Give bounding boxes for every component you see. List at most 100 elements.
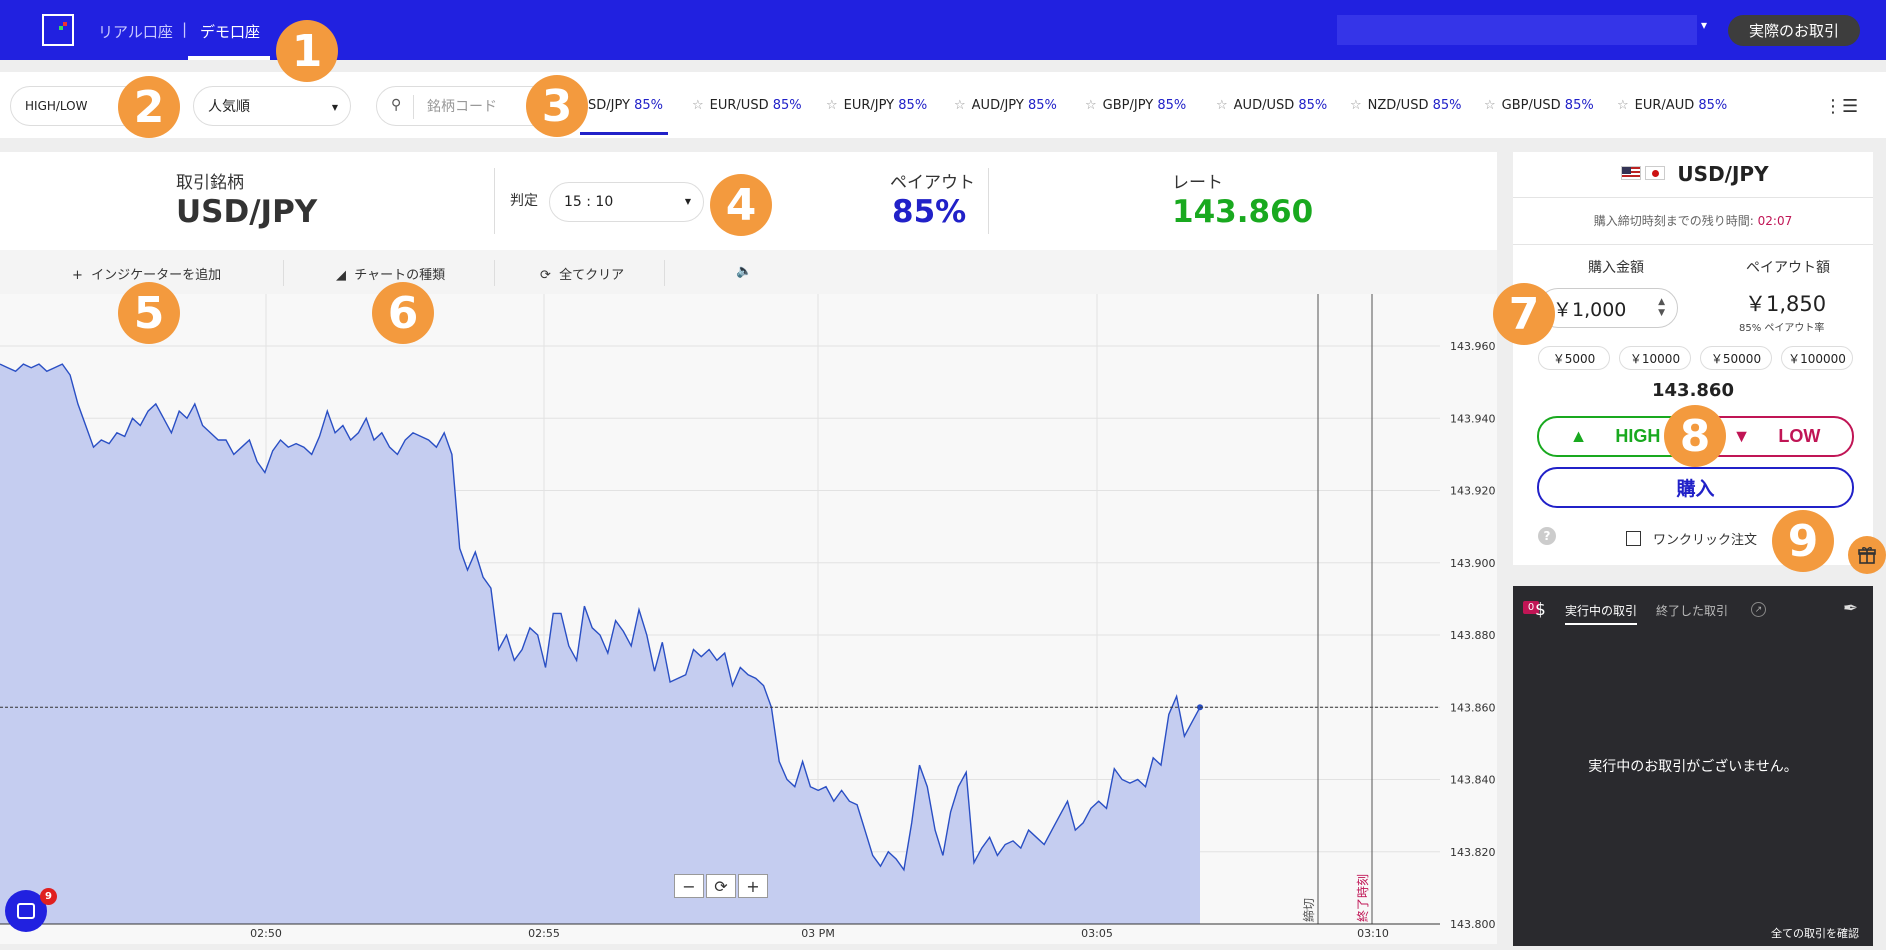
pair-tab-audjpy[interactable]: ☆ AUD/JPY 85% <box>954 98 1057 113</box>
payout-amount-value: ￥1,850 <box>1745 292 1827 316</box>
quick-amount-button[interactable]: ￥10000 <box>1619 346 1691 370</box>
sort-order-select[interactable]: 人気順 ▼ <box>193 86 351 126</box>
one-click-label: ワンクリック注文 <box>1653 533 1758 548</box>
annotation-6: 6 <box>372 282 434 344</box>
star-icon[interactable]: ☆ <box>1484 98 1496 113</box>
blurred-account-info <box>1452 15 1597 45</box>
add-indicator-label: インジケーターを追加 <box>91 268 222 283</box>
up-arrow-icon: ▲ <box>1569 426 1588 446</box>
divider <box>494 260 495 286</box>
option-type-value: HIGH/LOW <box>25 99 88 113</box>
brand-logo[interactable] <box>42 14 74 46</box>
buy-button[interactable]: 購入 <box>1537 467 1854 508</box>
quick-amount-button[interactable]: ￥50000 <box>1700 346 1772 370</box>
pair-name: AUD/JPY <box>971 98 1024 113</box>
expiry-select[interactable]: 15 : 10 ▼ <box>549 182 704 222</box>
zoom-out-button[interactable]: − <box>674 874 704 898</box>
star-icon[interactable]: ☆ <box>826 98 838 113</box>
pair-payout: 85% <box>634 98 664 113</box>
tab-active-trades[interactable]: 実行中の取引 <box>1565 602 1638 625</box>
clear-all-button[interactable]: ⟳ 全てクリア <box>540 264 624 283</box>
pair-tab-usdjpy[interactable]: SD/JPY 85% <box>588 98 663 113</box>
active-pair-indicator <box>580 132 668 135</box>
star-icon[interactable]: ☆ <box>954 98 966 113</box>
price-area <box>0 364 1200 925</box>
x-tick-label: 03:05 <box>1081 927 1113 940</box>
annotation-8: 8 <box>1664 405 1726 467</box>
chat-icon <box>17 903 35 919</box>
y-tick-label: 143.800 <box>1450 918 1496 931</box>
pair-tab-gbpjpy[interactable]: ☆ GBP/JPY 85% <box>1085 98 1186 113</box>
tab-closed-trades[interactable]: 終了した取引 <box>1656 602 1728 619</box>
symbol-label: 取引銘柄 <box>176 173 244 193</box>
down-arrow-icon: ▼ <box>1732 426 1751 446</box>
expiry-marker-label: 終了時刻 <box>1355 874 1370 922</box>
exchange-icon: $ <box>1535 600 1546 620</box>
empty-trades-message: 実行中のお取引がございません。 <box>1588 759 1798 775</box>
remaining-time-value: 02:07 <box>1757 214 1793 228</box>
symbol-value: USD/JPY <box>176 194 318 230</box>
star-icon[interactable]: ☆ <box>1350 98 1362 113</box>
sort-order-value: 人気順 <box>208 99 250 115</box>
quick-amount-button[interactable]: ￥100000 <box>1781 346 1853 370</box>
pair-name: SD/JPY <box>588 98 630 113</box>
tab-demo-account[interactable]: デモ口座 <box>200 21 260 42</box>
active-tab-indicator <box>188 56 270 60</box>
x-tick-label: 02:50 <box>250 927 282 940</box>
amount-label: 購入金額 <box>1588 260 1644 276</box>
add-indicator-button[interactable]: + インジケーターを追加 <box>72 264 221 283</box>
external-link-icon[interactable]: ↗ <box>1751 602 1766 617</box>
price-chart-svg[interactable]: 143.960 143.940 143.920 143.900 143.880 143.8… <box>0 294 1497 944</box>
annotation-3: 3 <box>526 75 588 137</box>
pair-payout: 85% <box>898 98 928 113</box>
one-click-checkbox[interactable]: ワンクリック注文 <box>1626 529 1757 548</box>
pair-payout: 85% <box>1027 98 1057 113</box>
pair-tab-gbpusd[interactable]: ☆ GBP/USD 85% <box>1484 98 1594 113</box>
pair-payout: 85% <box>1157 98 1187 113</box>
annotation-5: 5 <box>118 282 180 344</box>
pair-tab-eurusd[interactable]: ☆ EUR/USD 85% <box>692 98 802 113</box>
chart-toolbar: + インジケーターを追加 ◢ チャートの種類 ⟳ 全てクリア 🔈 <box>0 250 1497 294</box>
pair-tab-nzdusd[interactable]: ☆ NZD/USD 85% <box>1350 98 1462 113</box>
pair-payout: 85% <box>1432 98 1462 113</box>
dropdown-caret-icon[interactable]: ▾ <box>1701 18 1707 32</box>
x-tick-label: 02:55 <box>528 927 560 940</box>
price-chart[interactable]: 143.960 143.940 143.920 143.900 143.880 143.8… <box>0 294 1497 944</box>
divider <box>664 260 665 286</box>
pair-tab-audusd[interactable]: ☆ AUD/USD 85% <box>1216 98 1327 113</box>
instrument-filter-bar: HIGH/LOW 人気順 ▼ ⚲ SD/JPY 85% ☆ EUR/USD 85%… <box>0 72 1886 138</box>
gift-icon[interactable] <box>1848 536 1886 574</box>
checkbox-icon[interactable] <box>1626 531 1641 546</box>
tab-real-account[interactable]: リアル口座 <box>98 21 173 42</box>
y-tick-label: 143.920 <box>1450 485 1496 498</box>
chart-type-button[interactable]: ◢ チャートの種類 <box>336 264 445 283</box>
star-icon[interactable]: ☆ <box>1216 98 1228 113</box>
menu-icon[interactable]: ⋮☰ <box>1824 96 1858 117</box>
reset-zoom-button[interactable]: ⟳ <box>706 874 736 898</box>
amount-stepper[interactable]: ￥1,000 ▲ ▼ <box>1538 288 1678 328</box>
payout-amount-label: ペイアウト額 <box>1746 260 1830 276</box>
pair-payout: 85% <box>1564 98 1594 113</box>
expiry-label: 判定 <box>510 193 538 209</box>
zoom-in-button[interactable]: + <box>738 874 768 898</box>
real-trade-button[interactable]: 実際のお取引 <box>1728 15 1860 46</box>
view-all-trades-link[interactable]: 全ての取引を確認 <box>1771 925 1859 941</box>
feather-icon[interactable]: ✒ <box>1843 598 1858 619</box>
stepper-arrows-icon[interactable]: ▲ ▼ <box>1658 297 1665 319</box>
pair-tab-euraud[interactable]: ☆ EUR/AUD 85% <box>1617 98 1727 113</box>
pair-name: NZD/USD <box>1367 98 1429 113</box>
x-tick-label: 03 PM <box>801 927 835 940</box>
divider <box>283 260 284 286</box>
sound-icon[interactable]: 🔈 <box>736 264 752 279</box>
star-icon[interactable]: ☆ <box>692 98 704 113</box>
quick-amount-button[interactable]: ￥5000 <box>1538 346 1610 370</box>
pair-tab-eurjpy[interactable]: ☆ EUR/JPY 85% <box>826 98 927 113</box>
help-icon[interactable]: ? <box>1538 527 1556 545</box>
plus-icon: + <box>72 268 83 283</box>
remaining-label: 購入締切時刻までの残り時間: <box>1593 214 1754 228</box>
pair-name: EUR/AUD <box>1634 98 1695 113</box>
pair-payout: 85% <box>1298 98 1328 113</box>
search-input[interactable] <box>427 96 537 118</box>
star-icon[interactable]: ☆ <box>1085 98 1097 113</box>
star-icon[interactable]: ☆ <box>1617 98 1629 113</box>
